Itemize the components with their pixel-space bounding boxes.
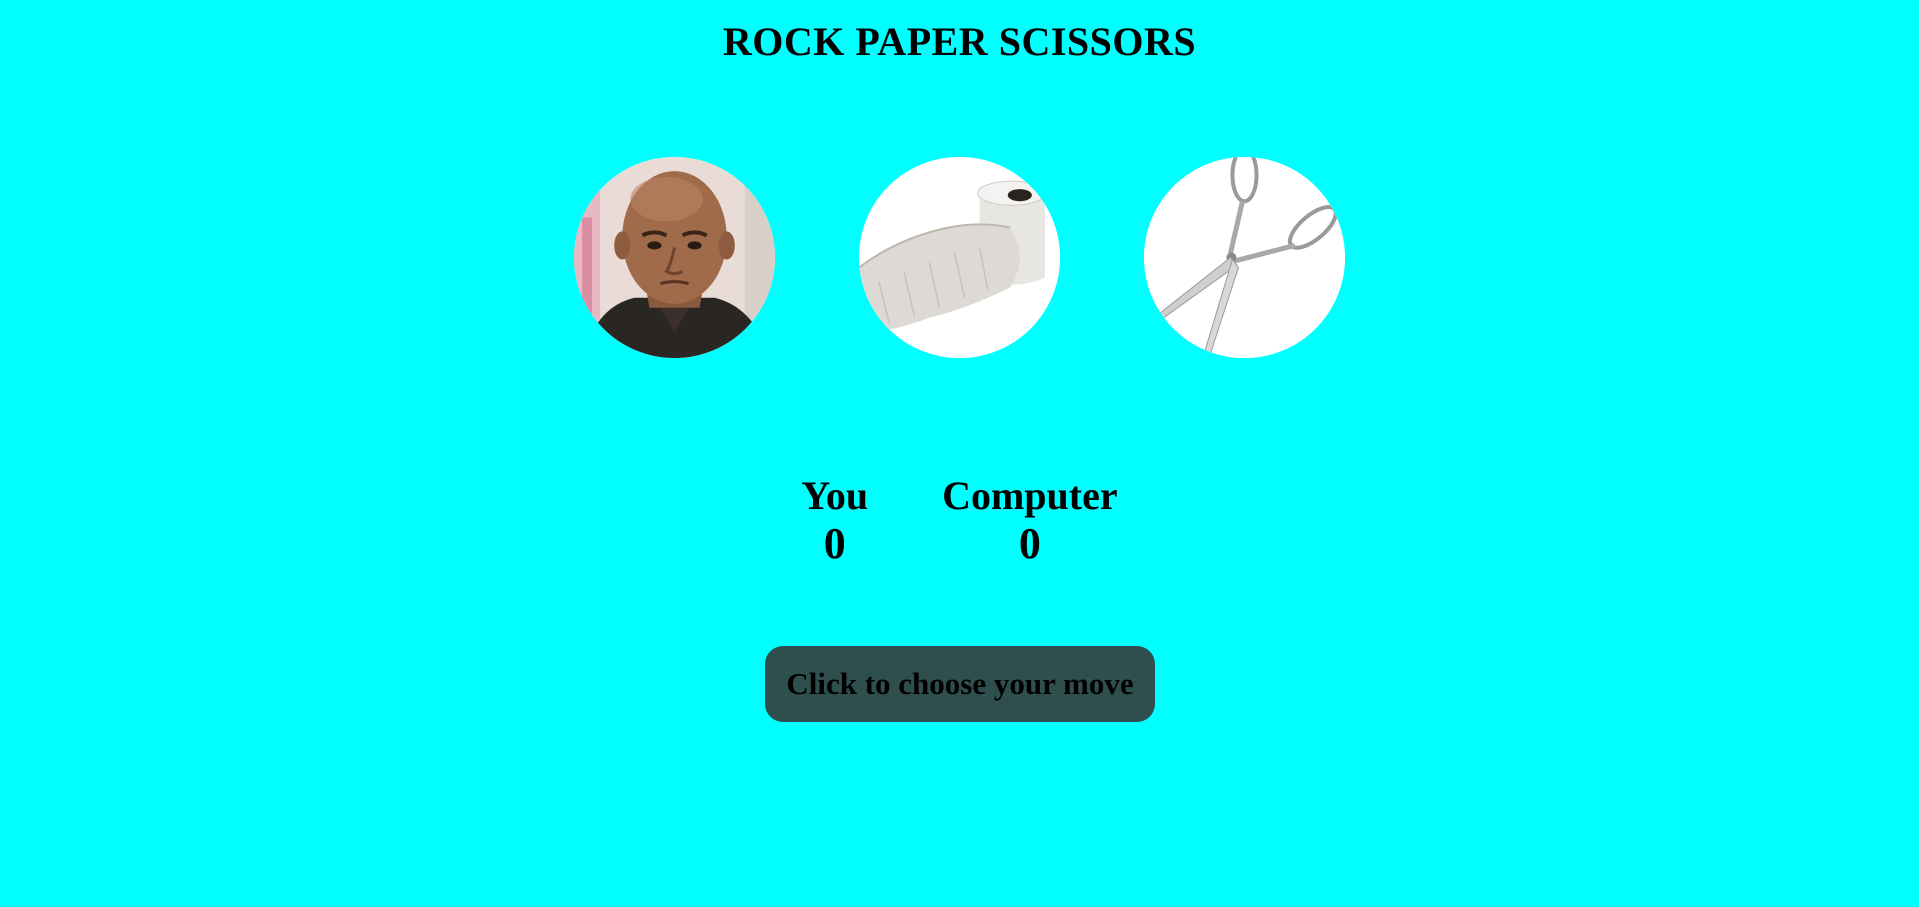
scoreboard: You 0 Computer 0: [0, 472, 1919, 568]
player-label: You: [801, 473, 869, 518]
computer-score-column: Computer 0: [942, 472, 1118, 568]
computer-score: 0: [1018, 519, 1041, 568]
choices-row: [0, 157, 1919, 358]
page-title: ROCK PAPER SCISSORS: [722, 19, 1197, 64]
scissors-choice[interactable]: [1144, 157, 1345, 358]
player-score-column: You 0: [801, 472, 868, 568]
player-score: 0: [823, 519, 846, 568]
rock-photo-icon: [574, 157, 775, 358]
computer-label: Computer: [942, 473, 1118, 518]
game-page: ROCK PAPER SCISSORS You 0 Computer 0 Cli…: [0, 0, 1919, 907]
paper-choice[interactable]: [859, 157, 1060, 358]
rock-choice[interactable]: [574, 157, 775, 358]
choose-move-button[interactable]: Click to choose your move: [765, 646, 1155, 722]
scissors-icon: [1144, 157, 1345, 358]
toilet-paper-icon: [859, 157, 1060, 358]
